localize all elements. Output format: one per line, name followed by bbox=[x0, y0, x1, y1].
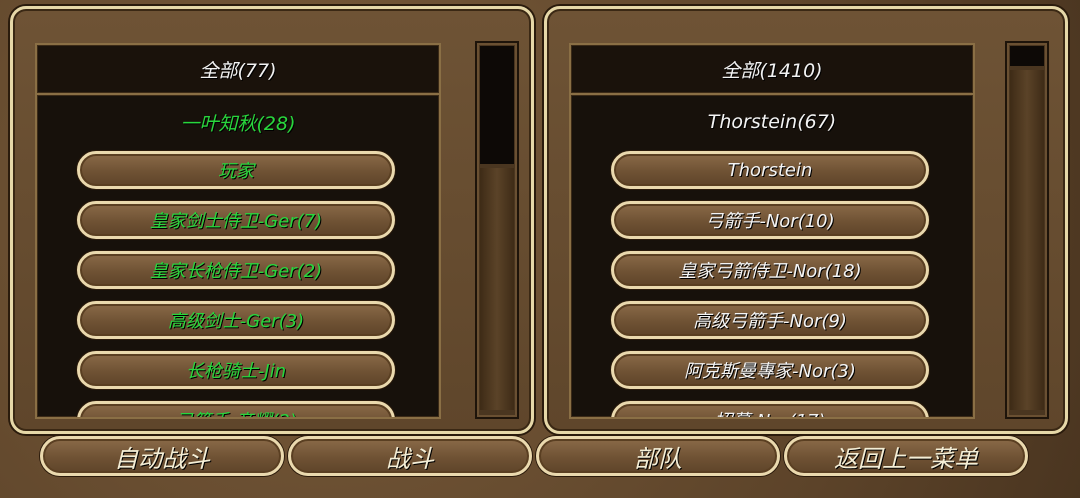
right-unit-button[interactable]: 招募-Nor(17) bbox=[611, 401, 929, 417]
right-scrollbar[interactable] bbox=[1005, 41, 1049, 419]
right-unit-button[interactable]: Thorstein bbox=[611, 151, 929, 189]
left-unit-button[interactable]: 皇家剑士侍卫-Ger(7) bbox=[77, 201, 395, 239]
left-scrollbar-track[interactable] bbox=[480, 168, 514, 410]
right-scrollbar-track[interactable] bbox=[1010, 70, 1044, 410]
left-scrollbar-thumb[interactable] bbox=[480, 46, 514, 164]
left-group-title[interactable]: 一叶知秋(28) bbox=[37, 107, 439, 137]
auto-battle-button[interactable]: 自动战斗 bbox=[40, 436, 284, 476]
game-window: 全部(77) 一叶知秋(28) 玩家 皇家剑士侍卫-Ger(7) 皇家长枪侍卫-… bbox=[0, 0, 1080, 498]
left-unit-button[interactable]: 高级剑士-Ger(3) bbox=[77, 301, 395, 339]
return-menu-button[interactable]: 返回上一菜单 bbox=[784, 436, 1028, 476]
left-unit-button[interactable]: 玩家 bbox=[77, 151, 395, 189]
left-scrollbar[interactable] bbox=[475, 41, 519, 419]
battle-button[interactable]: 战斗 bbox=[288, 436, 532, 476]
right-header-all[interactable]: 全部(1410) bbox=[569, 43, 975, 95]
right-unit-list: Thorstein(67) Thorstein 弓箭手-Nor(10) 皇家弓箭… bbox=[569, 93, 975, 419]
right-scrollbar-thumb[interactable] bbox=[1010, 46, 1044, 66]
right-unit-button[interactable]: 弓箭手-Nor(10) bbox=[611, 201, 929, 239]
troops-button[interactable]: 部队 bbox=[536, 436, 780, 476]
left-unit-button[interactable]: 皇家长枪侍卫-Ger(2) bbox=[77, 251, 395, 289]
right-unit-button[interactable]: 高级弓箭手-Nor(9) bbox=[611, 301, 929, 339]
left-unit-list: 一叶知秋(28) 玩家 皇家剑士侍卫-Ger(7) 皇家长枪侍卫-Ger(2) … bbox=[35, 93, 441, 419]
right-unit-button[interactable]: 皇家弓箭侍卫-Nor(18) bbox=[611, 251, 929, 289]
left-header-all[interactable]: 全部(77) bbox=[35, 43, 441, 95]
left-army-panel: 全部(77) 一叶知秋(28) 玩家 皇家剑士侍卫-Ger(7) 皇家长枪侍卫-… bbox=[10, 6, 534, 434]
right-unit-button[interactable]: 阿克斯曼專家-Nor(3) bbox=[611, 351, 929, 389]
left-unit-button[interactable]: 弓箭手-帝耀(2) bbox=[77, 401, 395, 417]
right-group-title[interactable]: Thorstein(67) bbox=[571, 107, 973, 137]
left-unit-button[interactable]: 长枪骑士-Jin bbox=[77, 351, 395, 389]
right-army-panel: 全部(1410) Thorstein(67) Thorstein 弓箭手-Nor… bbox=[544, 6, 1068, 434]
